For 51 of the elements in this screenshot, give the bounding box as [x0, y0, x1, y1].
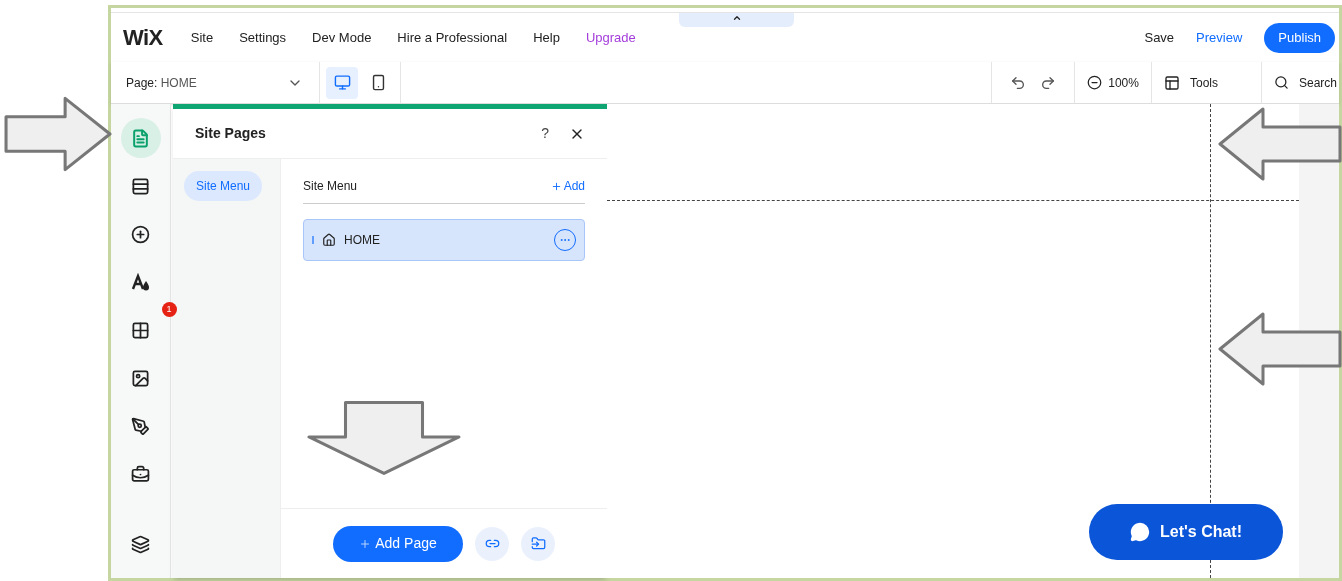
add-page-button[interactable]: Add Page	[333, 525, 463, 562]
plus-icon	[359, 537, 372, 550]
apps-icon	[131, 320, 150, 340]
publish-button[interactable]: Publish	[1264, 22, 1335, 53]
panel-tab[interactable]: Site Menu	[184, 171, 263, 201]
save-button[interactable]: Save	[1144, 27, 1175, 48]
redo-icon[interactable]	[1040, 74, 1057, 91]
menu-item[interactable]: Settings	[239, 27, 287, 48]
home-icon	[322, 233, 336, 247]
sections-icon	[131, 176, 150, 196]
page-selector[interactable]: Page: HOME	[111, 62, 319, 103]
pages-icon	[131, 128, 150, 148]
preview-button[interactable]: Preview	[1196, 27, 1243, 48]
list-header: Site Menu	[303, 178, 358, 195]
layers-icon	[131, 534, 150, 554]
page-list-item[interactable]: HOME	[303, 219, 585, 261]
add-link[interactable]: Add	[550, 177, 585, 195]
chat-button[interactable]: Let's Chat!	[1089, 504, 1283, 560]
folder-icon	[530, 536, 546, 551]
tools-label[interactable]: Tools	[1189, 73, 1218, 92]
page-name: HOME	[160, 74, 197, 92]
add-icon	[131, 224, 150, 244]
page-name: HOME	[344, 232, 380, 249]
wix-logo: WiX	[123, 24, 163, 52]
zoom-out-icon[interactable]	[1087, 75, 1103, 90]
zoom-level[interactable]: 100%	[1108, 73, 1139, 92]
menu-item[interactable]: Hire a Professional	[397, 27, 508, 48]
monitor-icon	[333, 74, 351, 91]
tools-icon[interactable]	[1163, 74, 1180, 91]
plus-icon	[550, 180, 562, 192]
business-icon	[131, 464, 150, 484]
media-icon	[131, 368, 150, 388]
pen-icon	[131, 416, 150, 436]
chat-bubble-icon	[1130, 522, 1150, 542]
menu-item[interactable]: Help	[533, 27, 560, 48]
menu-item[interactable]: Dev Mode	[312, 27, 372, 48]
panel-title: Site Pages	[195, 124, 266, 143]
menu-item[interactable]: Upgrade	[585, 27, 636, 48]
notification-badge: 1	[161, 302, 177, 317]
drag-handle-icon[interactable]	[312, 236, 314, 244]
chevron-up-icon	[731, 13, 742, 23]
search-label[interactable]: Search	[1298, 73, 1337, 92]
desktop-view-button[interactable]	[326, 66, 358, 99]
help-button[interactable]: ?	[541, 123, 549, 144]
undo-icon[interactable]	[1010, 74, 1027, 91]
pages-menu-button[interactable]	[120, 118, 161, 158]
add-folder-button[interactable]	[521, 526, 555, 561]
menu-item[interactable]: Site	[190, 27, 214, 48]
add-link-button[interactable]	[475, 526, 509, 561]
search-icon[interactable]	[1273, 75, 1289, 90]
design-icon	[130, 272, 151, 292]
